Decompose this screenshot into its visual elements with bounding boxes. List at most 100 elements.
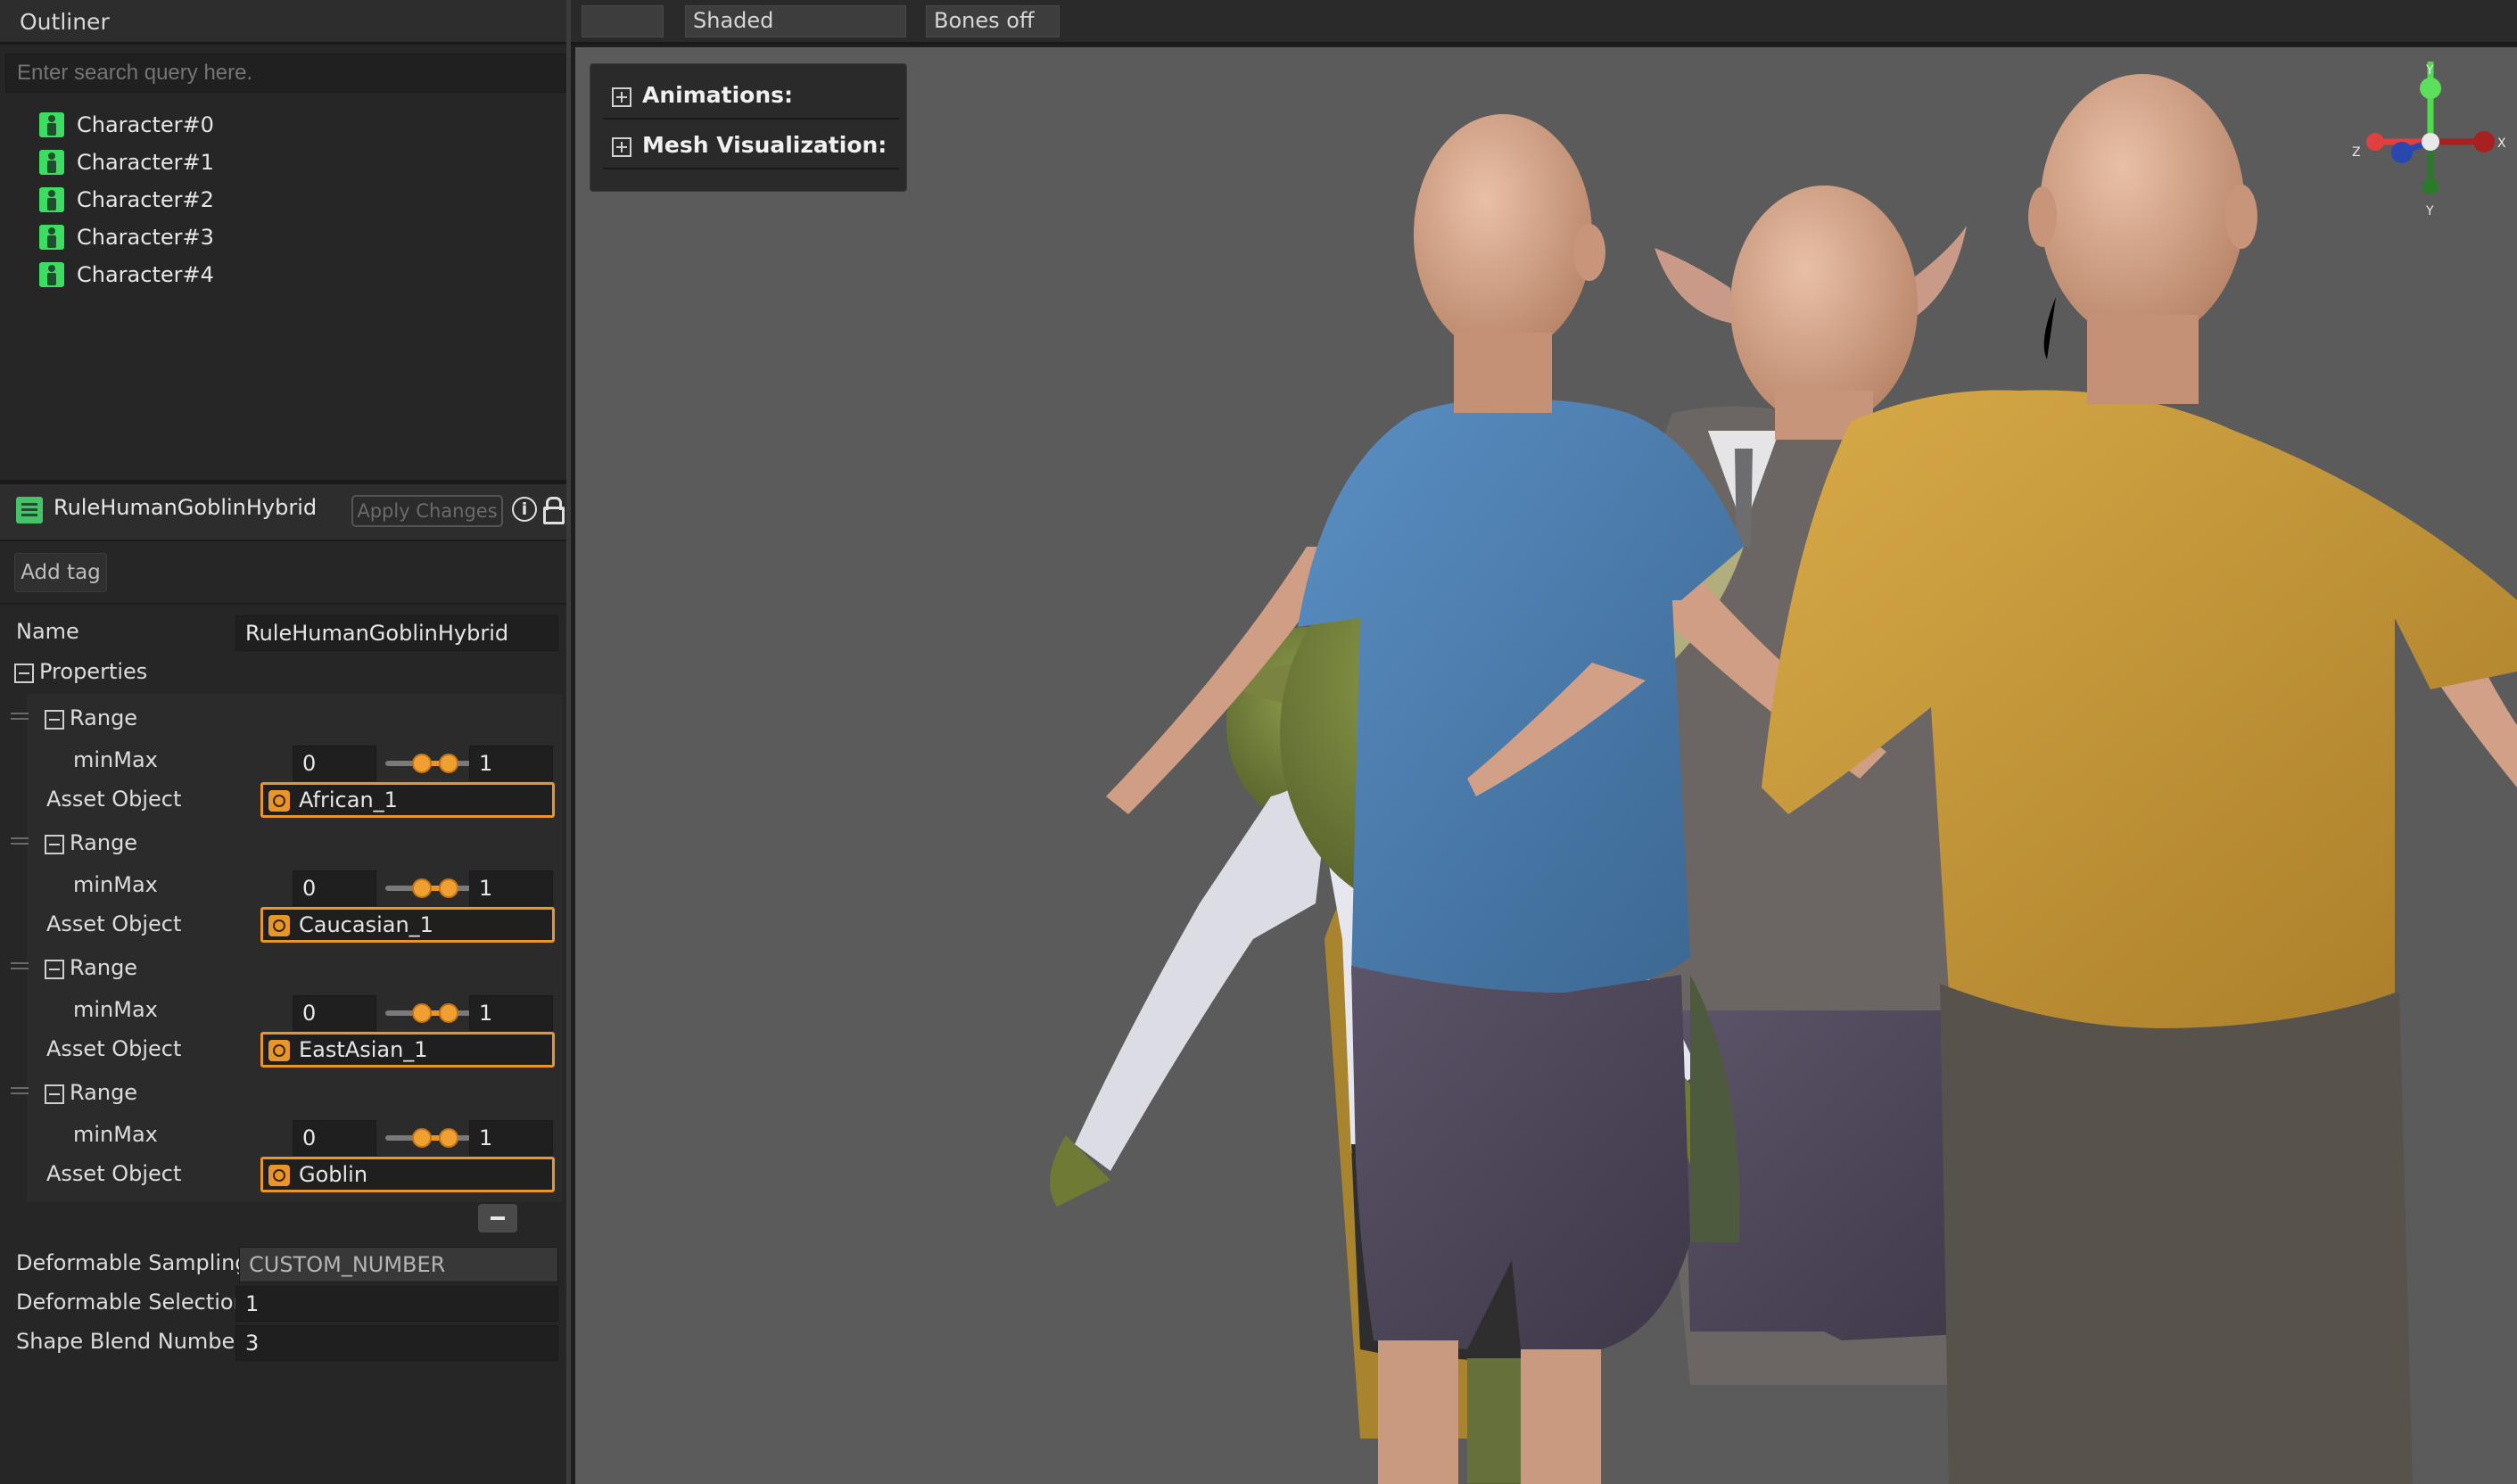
slider-min-knob[interactable] [412,1128,432,1148]
slider-min-knob[interactable] [412,878,432,898]
range-min-field[interactable]: 0 [293,1120,376,1156]
asset-object-field[interactable]: Caucasian_1 [260,907,555,943]
outliner-item-character-2[interactable]: Character#2 [39,182,214,218]
asset-object-value: Caucasian_1 [299,912,433,937]
asset-object-label: Asset Object [46,787,182,812]
deformable-selection-label: Deformable Selection [16,1290,247,1315]
range-slider[interactable] [382,746,478,781]
slider-min-knob[interactable] [412,1003,432,1023]
range-min-field[interactable]: 0 [293,870,376,906]
asset-object-field[interactable]: Goblin [260,1157,555,1192]
gizmo-neg-x-handle[interactable] [2366,133,2384,151]
inspector-rule-name: RuleHumanGoblinHybrid [54,495,318,520]
gizmo-z-label: Z [2352,145,2361,160]
shape-blend-number-field[interactable]: 3 [235,1325,558,1361]
asset-icon [268,1165,290,1186]
animations-section[interactable]: Animations: [603,73,899,120]
outliner-header: Outliner [0,0,566,45]
asset-icon [268,915,290,936]
range-collapse-toggle[interactable] [45,835,64,854]
gizmo-x-handle[interactable] [2473,131,2495,153]
gizmo-neg-y-label: Y [2425,204,2434,218]
asset-object-label: Asset Object [46,1036,182,1061]
range-slider[interactable] [382,1120,478,1156]
outliner-item-label: Character#0 [77,112,214,137]
deformable-sampling-select[interactable]: CUSTOM_NUMBER [239,1247,558,1282]
deformable-selection-field[interactable]: 1 [235,1286,558,1322]
orientation-gizmo-icon[interactable]: Y Y X Z [2350,62,2511,222]
remove-item-button[interactable] [478,1204,517,1233]
range-min-field[interactable]: 0 [293,746,376,781]
outliner-item-character-1[interactable]: Character#1 [39,144,214,180]
gizmo-y-label: Y [2425,63,2434,78]
range-slider[interactable] [382,870,478,906]
gizmo-z-handle[interactable] [2391,142,2413,163]
character-icon [39,187,64,212]
shape-blend-number-label: Shape Blend Number [16,1329,244,1354]
drag-handle-icon[interactable] [11,962,29,969]
asset-object-label: Asset Object [46,1161,182,1186]
gizmo-neg-y-handle[interactable] [2422,178,2439,194]
outliner-item-character-0[interactable]: Character#0 [39,107,214,143]
properties-label: Properties [39,659,148,684]
range-max-field[interactable]: 1 [469,870,553,906]
shading-mode-dropdown[interactable]: Shaded [685,5,906,37]
asset-object-value: Goblin [299,1162,368,1187]
lock-icon[interactable] [542,497,565,524]
range-collapse-toggle[interactable] [45,710,64,730]
range-collapse-toggle[interactable] [45,1084,64,1104]
name-field[interactable]: RuleHumanGoblinHybrid [235,615,558,651]
asset-object-value: African_1 [299,787,398,812]
drag-handle-icon[interactable] [11,713,29,720]
slider-max-knob[interactable] [439,1003,458,1023]
minmax-label: minMax [73,872,158,897]
apply-changes-button[interactable]: Apply Changes [351,495,503,527]
camera-mode-dropdown[interactable] [582,5,664,37]
slider-max-knob[interactable] [439,878,458,898]
asset-object-field[interactable]: African_1 [260,782,555,818]
inspector-header: RuleHumanGoblinHybrid Apply Changes i [0,484,566,541]
expand-toggle-icon[interactable] [612,87,631,107]
slider-min-knob[interactable] [412,754,432,773]
gizmo-center[interactable] [2422,133,2439,151]
properties-collapse-toggle[interactable] [14,664,34,683]
asset-object-value: EastAsian_1 [299,1037,428,1062]
bones-toggle-dropdown[interactable]: Bones off [926,5,1060,37]
range-min-field[interactable]: 0 [293,995,376,1031]
range-slider[interactable] [382,995,478,1031]
drag-handle-icon[interactable] [11,1087,29,1094]
outliner-item-character-3[interactable]: Character#3 [39,219,214,255]
outliner-item-label: Character#4 [77,262,214,287]
drag-handle-icon[interactable] [11,837,29,845]
outliner-item-label: Character#2 [77,187,214,212]
range-label: Range [70,1080,138,1105]
range-max-field[interactable]: 1 [469,746,553,781]
viewport-overlay-panel: Animations: Mesh Visualization: [590,63,907,192]
outliner-item-label: Character#1 [77,150,214,175]
minmax-label: minMax [73,1122,158,1147]
asset-icon [268,1040,290,1061]
slider-max-knob[interactable] [439,1128,458,1148]
character-icon [39,112,64,137]
gizmo-y-handle[interactable] [2420,78,2441,99]
add-tag-button[interactable]: Add tag [14,553,107,592]
character-scene [1050,74,2517,1484]
range-label: Range [70,830,138,855]
expand-toggle-icon[interactable] [612,137,631,157]
asset-icon [268,790,290,812]
3d-viewport[interactable]: Animations: Mesh Visualization: Y Y X Z [575,47,2517,1484]
outliner-search-input[interactable] [5,54,565,93]
info-icon[interactable]: i [512,497,537,522]
gizmo-x-label: X [2497,136,2506,151]
outliner-item-character-4[interactable]: Character#4 [39,257,214,293]
animations-label: Animations: [642,82,794,108]
range-max-field[interactable]: 1 [469,995,553,1031]
deformable-sampling-label: Deformable Sampling [16,1250,249,1275]
slider-max-knob[interactable] [439,754,458,773]
range-label: Range [70,705,138,730]
range-collapse-toggle[interactable] [45,960,64,979]
range-max-field[interactable]: 1 [469,1120,553,1156]
asset-object-field[interactable]: EastAsian_1 [260,1032,555,1068]
divider [0,603,566,605]
mesh-visualization-section[interactable]: Mesh Visualization: [603,123,899,169]
